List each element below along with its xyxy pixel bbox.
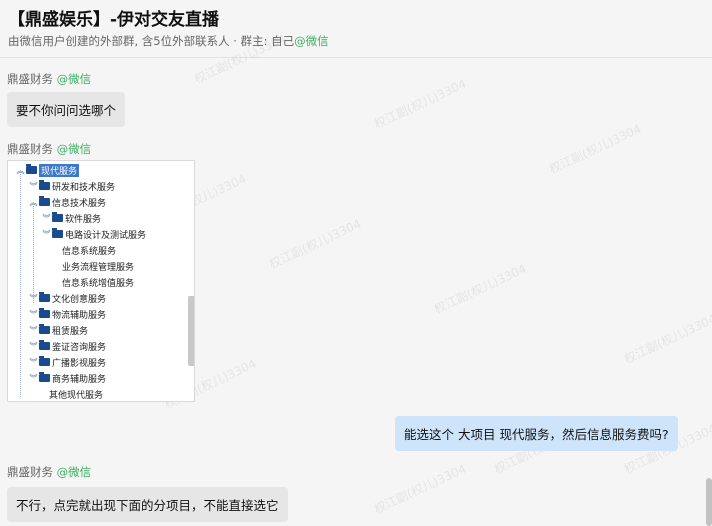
expand-chevron-icon[interactable]: ︾ [29,325,38,336]
tree-node-label: 文化创意服务 [52,294,107,305]
tree-node[interactable]: 其他现代服务 [29,386,104,401]
tree-node-label: 其他现代服务 [49,390,104,401]
message-sender[interactable]: 鼎盛财务 @微信 [7,141,91,157]
tree-node-label: 研发和技术服务 [52,182,116,193]
expand-chevron-icon[interactable]: ︾ [42,229,51,240]
tree-node[interactable]: ︾ 文化创意服务 [29,290,106,306]
expand-chevron-icon[interactable]: ︾ [29,309,38,320]
folder-icon [39,196,50,206]
leaf-icon [52,245,60,255]
my-message-bubble[interactable]: 能选这个 大项目 现代服务，然后信息服务费吗? [395,416,678,451]
tree-node[interactable]: ︾ 租赁服务 [29,322,88,338]
watermark-text: 权江副(权儿)3304 [371,461,469,517]
group-info: 由微信用户创建的外部群, 含5位外部联系人 · 群主: 自己 [8,34,295,48]
wechat-tag: @微信 [56,72,92,86]
sender-name: 鼎盛财务 [7,142,53,156]
wechat-tag: @微信 [56,142,92,156]
wechat-tag: @微信 [294,34,329,48]
sender-name: 鼎盛财务 [7,465,53,479]
chat-title[interactable]: 【鼎盛娱乐】-伊对交友直播 [8,5,219,30]
folder-icon [39,308,50,318]
message-sender[interactable]: 鼎盛财务 @微信 [7,464,91,480]
tree-node-label: 信息技术服务 [52,198,107,209]
tree-node-label: 信息系统服务 [62,246,117,257]
leaf-icon [52,261,60,271]
tree-node[interactable]: ︾ 鉴证咨询服务 [29,338,106,354]
folder-icon [39,324,50,334]
tree-node[interactable]: ︽ 信息技术服务 [29,194,106,210]
tree-node-label: 租赁服务 [52,326,89,337]
tree-node-label: 信息系统增值服务 [62,278,135,289]
message-sender[interactable]: 鼎盛财务 @微信 [7,71,91,87]
message-bubble[interactable]: 要不你问问选哪个 [7,92,126,127]
tree-node[interactable]: ︾ 广播影视服务 [29,354,106,370]
folder-icon [39,372,50,382]
tree-node-label: 业务流程管理服务 [62,262,135,273]
tree-node[interactable]: ︾ 软件服务 [42,210,101,226]
wechat-tag: @微信 [56,465,92,479]
tree-guide-line [33,203,34,303]
watermark-text: 权江副(权儿)3304 [431,261,529,317]
tree-guide-line [20,171,21,397]
chat-header: 【鼎盛娱乐】-伊对交友直播 由微信用户创建的外部群, 含5位外部联系人 · 群主… [0,0,712,58]
tree-node[interactable]: 信息系统服务 [42,242,116,258]
tree-node-label: 广播影视服务 [52,358,107,369]
folder-icon [39,180,50,190]
tree-node-label: 物流辅助服务 [52,310,107,321]
tree-node[interactable]: 业务流程管理服务 [42,258,134,274]
folder-icon [26,164,37,174]
watermark-text: 权江副(权儿)3304 [266,216,364,272]
watermark-text: 权江副(权儿)3304 [621,311,712,367]
watermark-text: 权江副(权儿)3304 [371,76,469,132]
tree-node[interactable]: 信息系统增值服务 [42,274,134,290]
leaf-icon [39,389,47,399]
tree-node[interactable]: ︽ 现代服务 [16,162,80,178]
expand-chevron-icon[interactable]: ︾ [29,357,38,368]
chat-scrollbar[interactable] [706,478,712,526]
folder-icon [39,292,50,302]
chat-subtitle: 由微信用户创建的外部群, 含5位外部联系人 · 群主: 自己@微信 [8,33,329,49]
folder-icon [52,228,63,238]
leaf-icon [52,277,60,287]
tree-node-label: 软件服务 [65,214,102,225]
expand-chevron-icon[interactable]: ︾ [42,213,51,224]
expand-chevron-icon[interactable]: ︾ [29,181,38,192]
folder-icon [52,212,63,222]
image-message-tree-screenshot[interactable]: ︽ 现代服务 ︾ 研发和技术服务 ︽ 信息技术服务 ︾ 软件服务 ︾ 电路设计及测试服务 信息系统服… [7,160,195,402]
tree-node[interactable]: ︾ 物流辅助服务 [29,306,106,322]
sender-name: 鼎盛财务 [7,72,53,86]
tree-node[interactable]: ︾ 商务辅助服务 [29,370,106,386]
folder-icon [39,340,50,350]
tree-node[interactable]: ︾ 电路设计及测试服务 [42,226,146,242]
tree-node[interactable]: ︾ 研发和技术服务 [29,178,115,194]
tree-node-label: 鉴证咨询服务 [52,342,107,353]
expand-chevron-icon[interactable]: ︾ [29,341,38,352]
watermark-text: 权江副(权儿)3304 [546,121,644,177]
tree-node-label: 商务辅助服务 [52,374,107,385]
tree-node-label: 现代服务 [39,163,80,177]
expand-chevron-icon[interactable]: ︾ [29,373,38,384]
folder-icon [39,356,50,366]
tree-scrollbar-thumb [188,296,194,366]
message-bubble[interactable]: 不行，点完就出现下面的分项目，不能直接选它 [7,487,288,522]
tree-node-label: 电路设计及测试服务 [65,230,147,241]
